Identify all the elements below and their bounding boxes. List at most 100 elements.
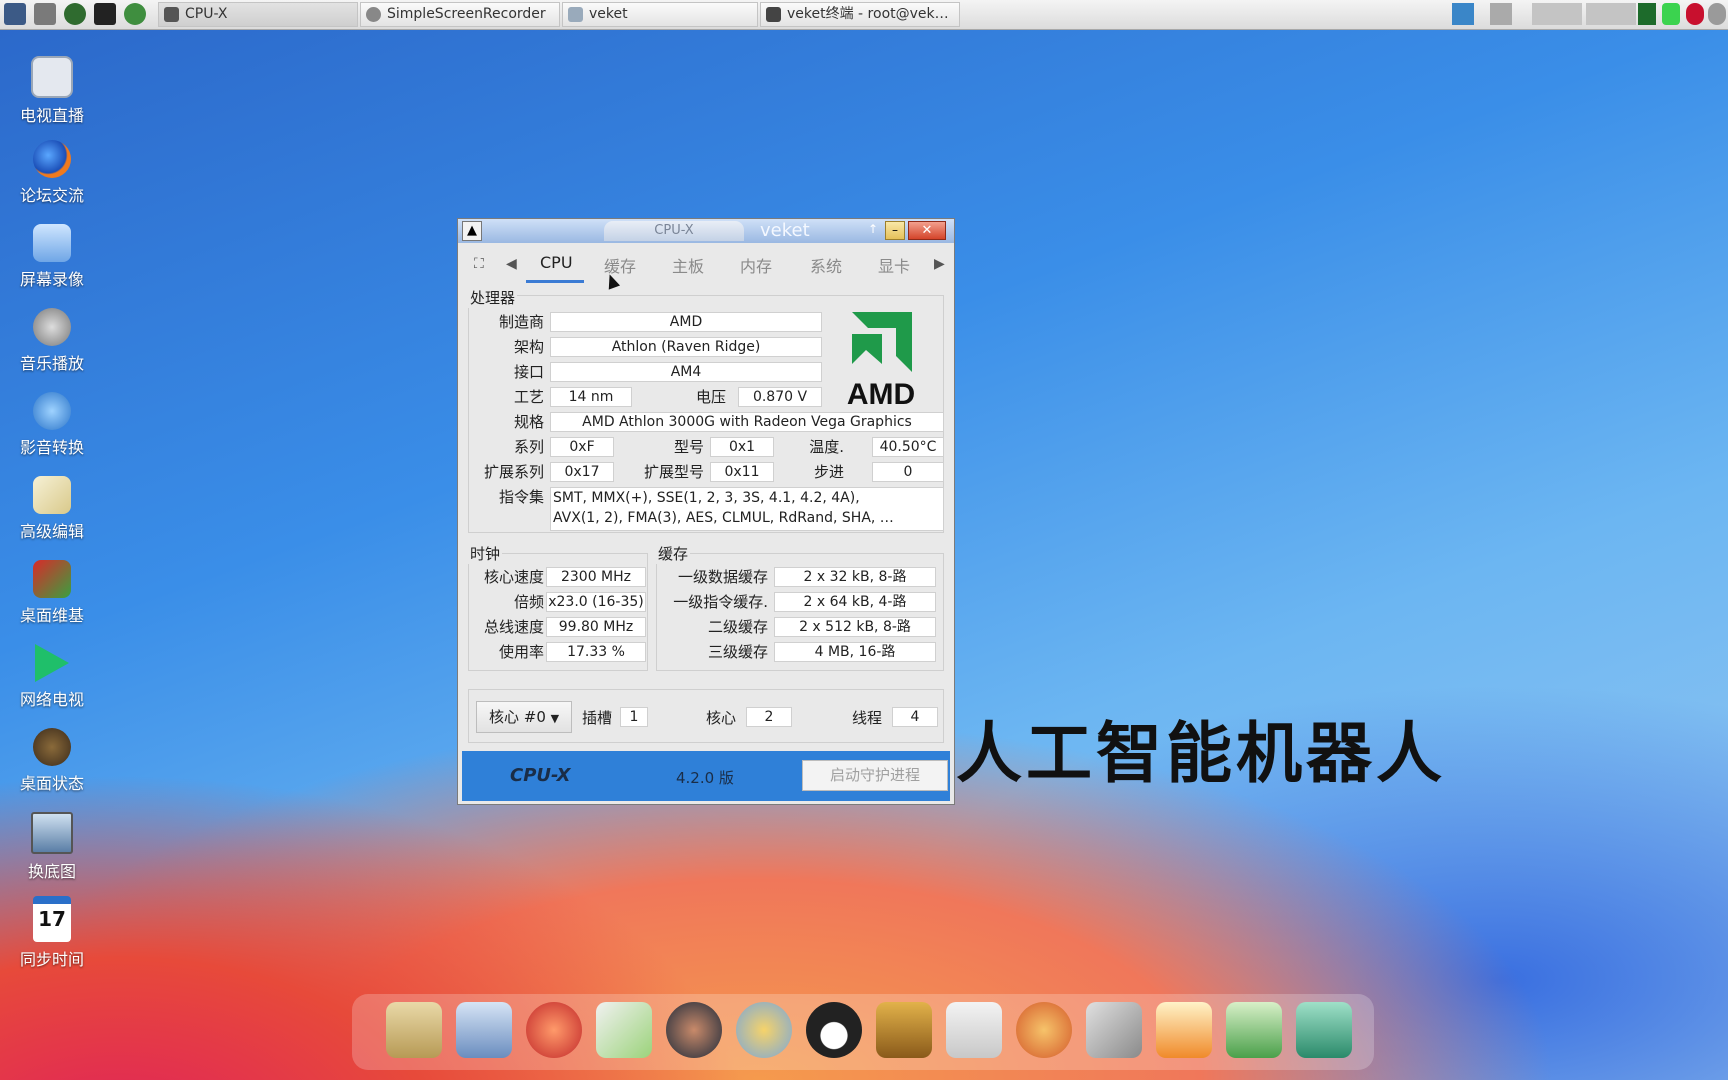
calendar-icon: 17	[33, 896, 71, 942]
desktop-icon-label: 电视直播	[19, 106, 84, 125]
penguin-icon[interactable]: ▲	[462, 221, 482, 241]
pin-icon[interactable]: ↑	[868, 222, 878, 236]
desktop-icon-media-convert[interactable]: 影音转换	[10, 392, 94, 458]
threads-label: 线程	[851, 709, 882, 727]
more-icon[interactable]	[1708, 3, 1726, 25]
close-button[interactable]: ✕	[908, 221, 946, 240]
task-veket[interactable]: veket	[562, 2, 758, 27]
disk-icon[interactable]	[1662, 3, 1680, 25]
play-launcher-icon[interactable]	[64, 3, 86, 25]
multiplier-value: x23.0 (16-35)	[546, 592, 646, 612]
dock-users-icon[interactable]	[736, 1002, 792, 1058]
dock-notebook-icon[interactable]	[876, 1002, 932, 1058]
window-footer: CPU-X 4.2.0 版 启动守护进程	[462, 751, 950, 801]
spec-label: 规格	[513, 413, 544, 431]
task-cpu-x[interactable]: CPU-X	[158, 2, 358, 27]
l1d-value: 2 x 32 kB, 8-路	[774, 567, 936, 587]
task-label: SimpleScreenRecorder	[387, 6, 546, 22]
footer-version: 4.2.0 版	[676, 769, 734, 787]
window-titlebar[interactable]: ▲ CPU-X veket ↑ – ✕	[458, 219, 954, 243]
dock-help-icon[interactable]	[1226, 1002, 1282, 1058]
network-icon[interactable]	[1452, 3, 1474, 25]
tab-motherboard[interactable]: 主板	[672, 253, 704, 277]
dock-media-player-icon[interactable]	[666, 1002, 722, 1058]
technology-label: 工艺	[513, 388, 544, 406]
desktop-icon-net-tv[interactable]: 网络电视	[10, 644, 94, 710]
amd-logo-icon: AMD	[847, 312, 915, 408]
l2-value: 2 x 512 kB, 8-路	[774, 617, 936, 637]
usage-label: 使用率	[498, 643, 544, 661]
task-simplescreenrecorder[interactable]: SimpleScreenRecorder	[360, 2, 560, 27]
tab-system[interactable]: 系统	[810, 253, 842, 277]
core-select-value: 核心 #0	[489, 708, 546, 726]
system-monitor-icon[interactable]	[4, 3, 26, 25]
family-value: 0xF	[550, 437, 614, 457]
model-label: 型号	[673, 438, 704, 456]
dock-penguin-icon[interactable]	[806, 1002, 862, 1058]
power-icon[interactable]	[1686, 3, 1704, 25]
dock-monitor-icon[interactable]	[456, 1002, 512, 1058]
browser-icon[interactable]	[124, 3, 146, 25]
desktop-icon-wiki[interactable]: 桌面维基	[10, 560, 94, 626]
dock-paint-icon[interactable]	[1016, 1002, 1072, 1058]
core-select-dropdown[interactable]: 核心 #0 ▼	[476, 701, 572, 733]
desktop-icon-screen-record[interactable]: 屏幕录像	[10, 224, 94, 290]
terminal-icon[interactable]	[94, 3, 116, 25]
codename-value: Athlon (Raven Ridge)	[550, 337, 822, 357]
instructions-line-2: AVX(1, 2), FMA(3), AES, CLMUL, RdRand, S…	[553, 510, 894, 526]
desktop-icon-sync-time[interactable]: 17 同步时间	[10, 896, 94, 970]
empty-slot-2	[1586, 3, 1636, 25]
instructions-value: SMT, MMX(+), SSE(1, 2, 3, 3S, 4.1, 4.2, …	[550, 487, 944, 531]
desktop-icon-label: 高级编辑	[19, 522, 84, 541]
status-icon	[33, 728, 71, 766]
stepping-label: 步进	[813, 463, 844, 481]
media-convert-icon	[33, 392, 71, 430]
sockets-label: 插槽	[581, 709, 612, 727]
task-veket-terminal[interactable]: veket终端 - root@vek…	[760, 2, 960, 27]
amd-logo-text: AMD	[847, 378, 915, 408]
desktop-icon-label: 网络电视	[19, 690, 84, 709]
desktop-icon-label: 屏幕录像	[19, 270, 84, 289]
dock-file-manager-icon[interactable]	[386, 1002, 442, 1058]
window-tab[interactable]: CPU-X	[604, 221, 744, 241]
firefox-icon	[33, 140, 71, 178]
wiki-icon	[33, 560, 71, 598]
desktop-icon-wallpaper[interactable]: 换底图	[10, 812, 94, 882]
l2-label: 二级缓存	[707, 618, 768, 636]
desktop-icon-status[interactable]: 桌面状态	[10, 728, 94, 794]
cpu-monitor-icon[interactable]	[1638, 3, 1656, 25]
vendor-label: 制造商	[498, 313, 544, 331]
sockets-value: 1	[620, 707, 648, 727]
window-toggle-icon[interactable]	[1490, 3, 1512, 25]
expand-icon[interactable]: ⛶	[474, 256, 484, 272]
cpu-x-app-icon	[164, 7, 179, 22]
desktop-icon-music[interactable]: 音乐播放	[10, 308, 94, 374]
processor-section-title: 处理器	[468, 287, 518, 308]
dock-veket-icon[interactable]	[1156, 1002, 1212, 1058]
start-daemon-button[interactable]: 启动守护进程	[802, 760, 948, 791]
voltage-value: 0.870 V	[738, 387, 822, 407]
dock-text-editor-icon[interactable]	[596, 1002, 652, 1058]
desktop-icon-forum[interactable]: 论坛交流	[10, 140, 94, 206]
task-label: CPU-X	[185, 6, 228, 22]
ext-family-value: 0x17	[550, 462, 614, 482]
dock-camera-icon[interactable]	[1296, 1002, 1352, 1058]
tab-prev-icon[interactable]: ◀	[506, 256, 517, 272]
desktop-icon-editor[interactable]: 高级编辑	[10, 476, 94, 542]
tab-memory[interactable]: 内存	[740, 253, 772, 277]
dock-usb-icon[interactable]	[1086, 1002, 1142, 1058]
screen-record-icon	[33, 224, 71, 262]
dock-spreadsheet-icon[interactable]	[946, 1002, 1002, 1058]
settings-icon[interactable]	[34, 3, 56, 25]
l3-label: 三级缓存	[707, 643, 768, 661]
minimize-button[interactable]: –	[885, 221, 905, 240]
dock-browser-icon[interactable]	[526, 1002, 582, 1058]
desktop-icon-tv-live[interactable]: 电视直播	[10, 56, 94, 126]
active-tab-indicator	[526, 280, 584, 283]
tab-cpu[interactable]: CPU	[540, 253, 573, 272]
ext-family-label: 扩展系列	[483, 463, 544, 481]
tab-graphics[interactable]: 显卡	[878, 253, 910, 277]
task-label: veket	[589, 6, 628, 22]
tab-next-icon[interactable]: ▶	[934, 256, 945, 272]
desktop-icon-label: 换底图	[27, 862, 76, 881]
